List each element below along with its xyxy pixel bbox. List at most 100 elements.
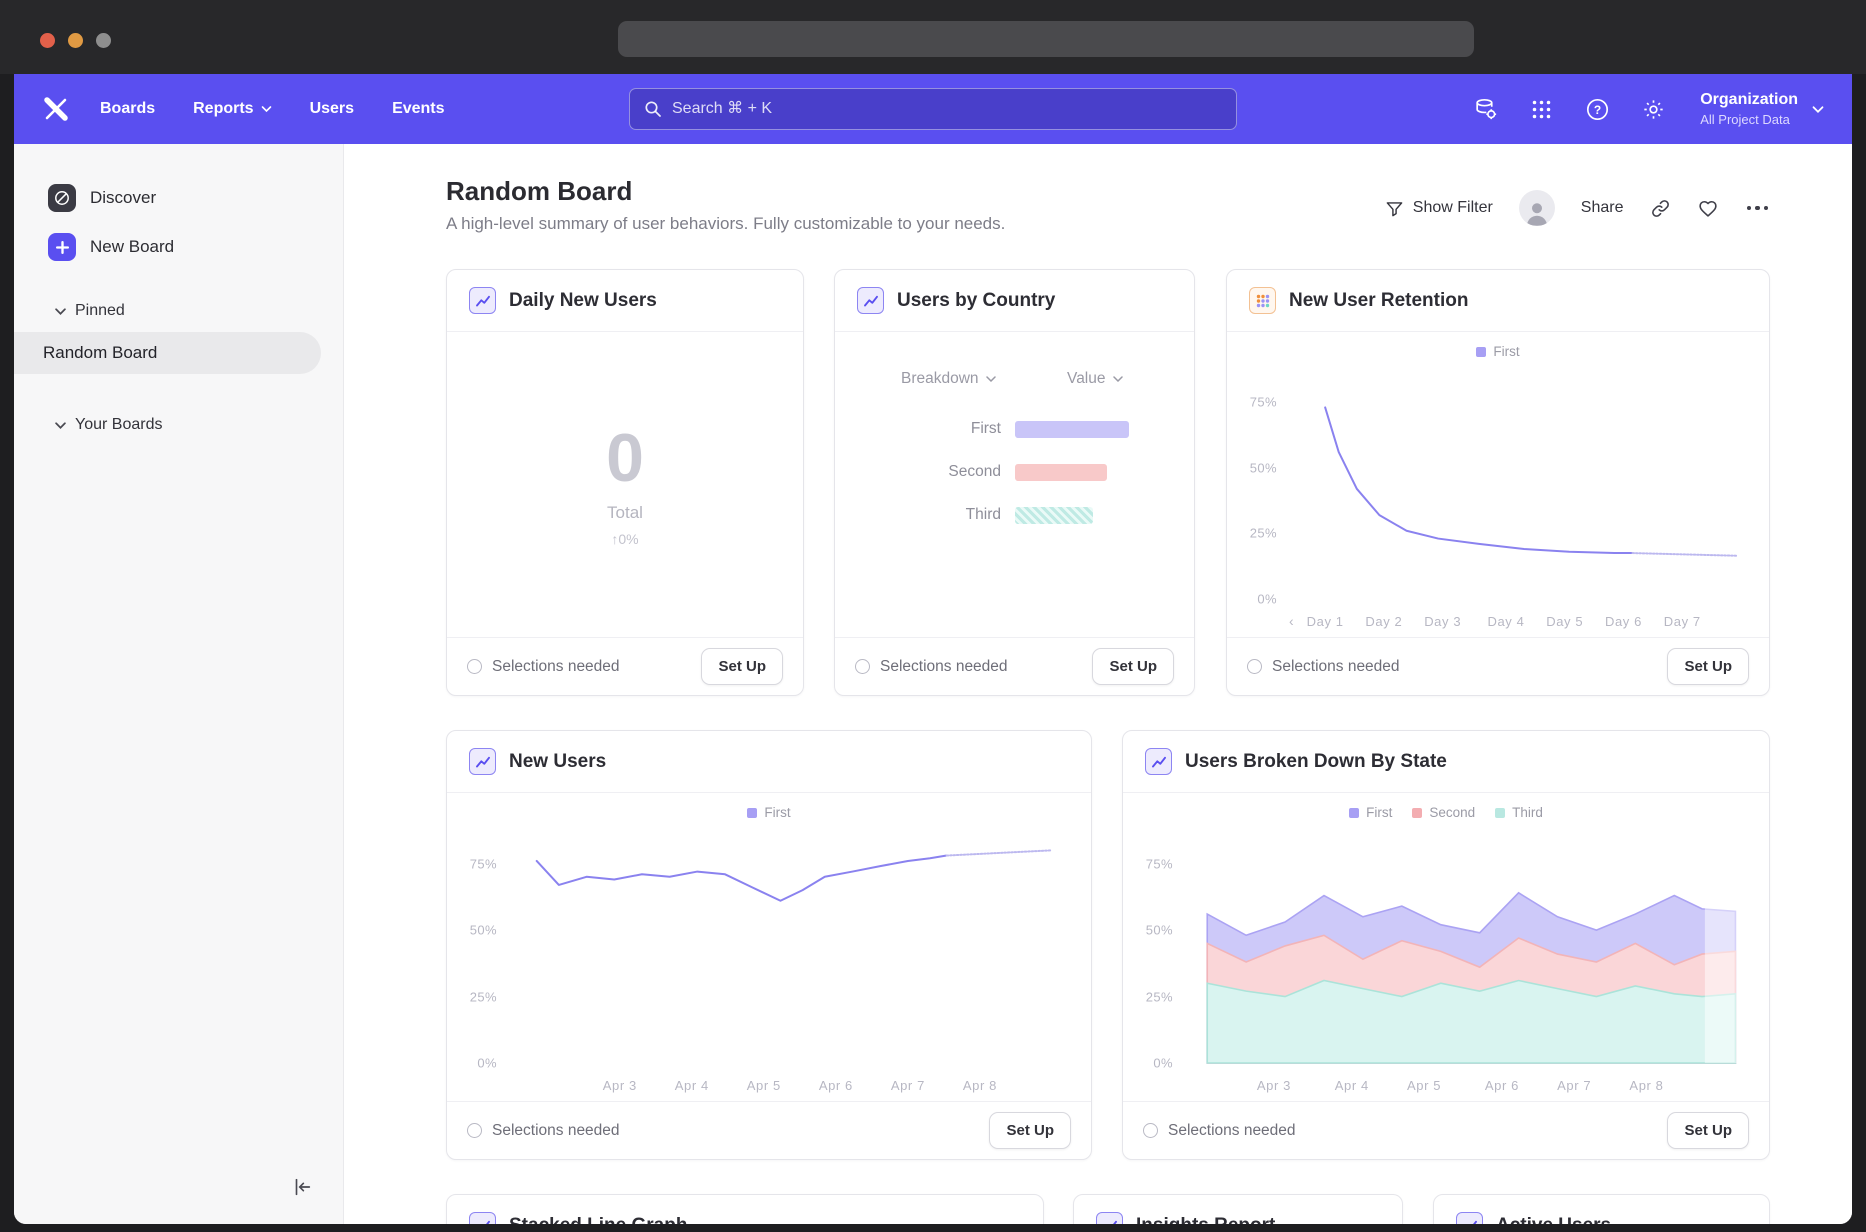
org-switcher[interactable]: Organization All Project Data (1700, 91, 1824, 127)
data-management-icon[interactable] (1472, 96, 1498, 122)
help-icon[interactable]: ? (1584, 96, 1610, 122)
sidebar-item-label: New Board (90, 237, 174, 257)
card-header: Daily New Users (447, 270, 803, 332)
selections-needed-text: Selections needed (880, 658, 1008, 676)
more-options-icon[interactable] (1745, 200, 1771, 217)
set-up-button[interactable]: Set Up (1667, 648, 1749, 685)
org-name: Organization (1700, 91, 1798, 109)
sidebar-item-random-board[interactable]: Random Board (14, 332, 321, 374)
nav-item-boards[interactable]: Boards (100, 100, 155, 118)
chevron-down-icon (55, 307, 66, 316)
set-up-button[interactable]: Set Up (1667, 1112, 1749, 1149)
bar-second[interactable] (1015, 464, 1107, 481)
bar-first[interactable] (1015, 421, 1129, 438)
card-title[interactable]: Daily New Users (509, 290, 657, 312)
card-active-users: Active Users (1433, 1194, 1770, 1224)
apps-grid-icon[interactable] (1528, 96, 1554, 122)
card-title[interactable]: Stacked Line Graph (509, 1215, 687, 1225)
nav-item-users[interactable]: Users (310, 100, 354, 118)
legend-swatch (1412, 808, 1422, 818)
copy-link-button[interactable] (1650, 198, 1671, 219)
legend-item: Third (1495, 805, 1543, 820)
chevron-down-icon (55, 421, 66, 430)
card-header: New Users (447, 731, 1091, 793)
radio-circle-icon (467, 659, 482, 674)
card-title[interactable]: Users by Country (897, 290, 1055, 312)
x-axis: ‹ Day 1 Day 2 Day 3 Day 4 Day 5 Day 6 Da… (1289, 607, 1741, 629)
set-up-button[interactable]: Set Up (1092, 648, 1174, 685)
card-title[interactable]: New Users (509, 751, 606, 773)
legend-label: First (764, 805, 790, 820)
legend-label: Third (1512, 805, 1543, 820)
card-users-by-state: Users Broken Down By State First Second (1122, 730, 1770, 1160)
insights-chart-icon (469, 748, 496, 775)
retention-line-projection (1633, 553, 1737, 556)
navbar-right: ? Organization All Project Data (1472, 91, 1824, 127)
org-project: All Project Data (1700, 112, 1798, 127)
new-board-plus-icon (48, 233, 76, 261)
retention-chart: 75% 50% 25% 0% ‹ (1237, 376, 1741, 629)
bar-label: Third (861, 506, 1001, 524)
breakdown-dropdown[interactable]: Breakdown (901, 370, 996, 388)
country-column-headers: Breakdown Value (861, 370, 1168, 390)
nav-item-reports[interactable]: Reports (193, 100, 271, 118)
maximize-window-button[interactable] (96, 33, 111, 48)
bar-third[interactable] (1015, 507, 1093, 524)
share-label: Share (1581, 199, 1624, 217)
sidebar-item-label: Discover (90, 188, 156, 208)
radio-circle-icon (467, 1123, 482, 1138)
address-bar[interactable] (618, 21, 1474, 57)
sidebar-section-pinned[interactable]: Pinned (55, 296, 125, 326)
collapse-sidebar-icon[interactable] (287, 1172, 317, 1202)
legend-item: Second (1412, 805, 1475, 820)
x-axis: Apr 3 Apr 4 Apr 5 Apr 6 Apr 7 Apr 8 (509, 1071, 1063, 1093)
svg-text:?: ? (1594, 102, 1601, 116)
person-icon (1522, 198, 1552, 226)
heart-icon (1697, 198, 1719, 219)
nav-item-events[interactable]: Events (392, 100, 444, 118)
sidebar-section-your-boards[interactable]: Your Boards (55, 410, 162, 440)
projection-overlay (1705, 837, 1741, 1063)
legend-label: Second (1429, 805, 1475, 820)
search-bar[interactable] (629, 88, 1237, 130)
nav-item-label: Boards (100, 100, 155, 118)
card-header: New User Retention (1227, 270, 1769, 332)
card-title[interactable]: Active Users (1496, 1215, 1611, 1225)
page-title: Random Board (446, 176, 632, 207)
mixpanel-logo-icon[interactable] (42, 95, 70, 123)
plot-area (1185, 837, 1741, 1063)
chart-legend: First (447, 805, 1091, 820)
insights-chart-icon (469, 1212, 496, 1224)
insights-chart-icon (1145, 748, 1172, 775)
card-title[interactable]: New User Retention (1289, 290, 1468, 312)
close-window-button[interactable] (40, 33, 55, 48)
minimize-window-button[interactable] (68, 33, 83, 48)
card-title[interactable]: Insights Report (1136, 1215, 1275, 1225)
value-label: Value (1067, 370, 1106, 388)
card-footer: Selections needed Set Up (1123, 1101, 1769, 1159)
country-bar-list: First Second Third (861, 420, 1168, 549)
card-title[interactable]: Users Broken Down By State (1185, 751, 1447, 773)
chevron-down-icon (986, 375, 996, 383)
card-body: First 75% 50% 25% 0% (447, 793, 1091, 1101)
section-label: Pinned (75, 302, 125, 320)
sidebar-item-new-board[interactable]: New Board (14, 225, 321, 269)
share-button[interactable]: Share (1581, 199, 1624, 217)
metric-caption: Total (607, 503, 643, 523)
favorite-button[interactable] (1697, 198, 1719, 219)
legend-swatch (747, 808, 757, 818)
sidebar: Discover New Board Pinned Random Board Y… (14, 144, 344, 1224)
chevron-down-icon (1113, 375, 1123, 383)
show-filter-button[interactable]: Show Filter (1385, 199, 1493, 218)
search-input[interactable] (672, 100, 1222, 118)
scroll-back-chevron[interactable]: ‹ (1289, 613, 1294, 629)
settings-gear-icon[interactable] (1640, 96, 1666, 122)
value-dropdown[interactable]: Value (1067, 370, 1123, 388)
set-up-button[interactable]: Set Up (701, 648, 783, 685)
avatar[interactable] (1519, 190, 1555, 226)
selections-needed-text: Selections needed (1168, 1122, 1296, 1140)
card-insights-report: Insights Report (1073, 1194, 1403, 1224)
sidebar-item-discover[interactable]: Discover (14, 176, 321, 220)
card-new-user-retention: New User Retention First 75% 50% 25% (1226, 269, 1770, 696)
set-up-button[interactable]: Set Up (989, 1112, 1071, 1149)
